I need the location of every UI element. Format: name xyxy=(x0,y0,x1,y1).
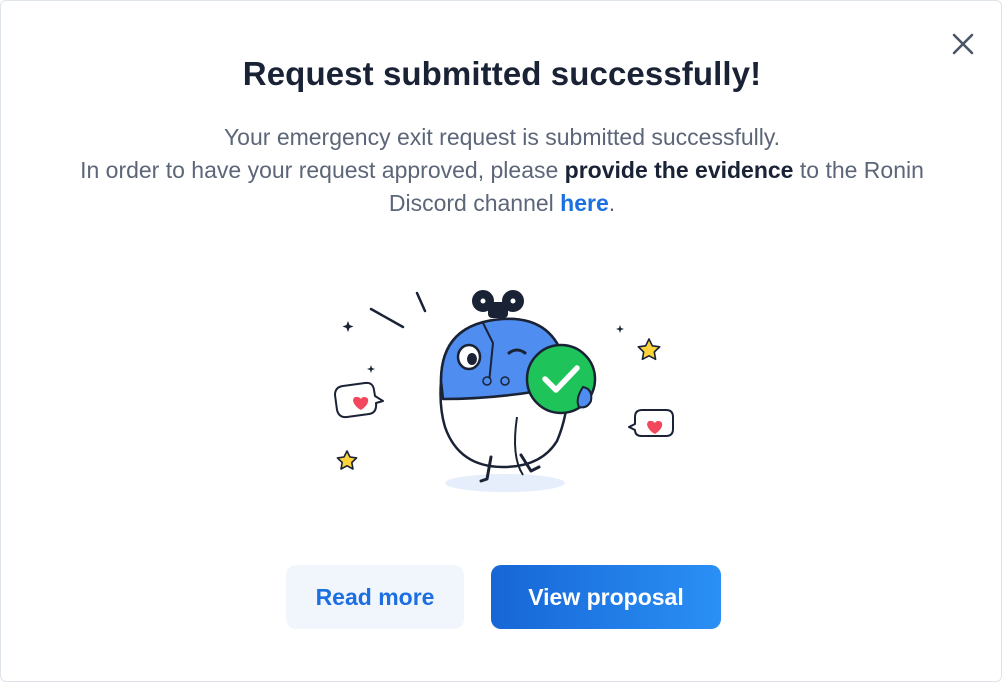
view-proposal-button[interactable]: View proposal xyxy=(491,565,721,629)
star-icon xyxy=(336,450,358,470)
windup-key xyxy=(472,290,524,318)
mascot-success-illustration xyxy=(334,290,674,492)
dialog-title: Request submitted successfully! xyxy=(242,55,762,92)
discord-link[interactable]: here xyxy=(560,190,609,216)
dialog-description: Your emergency exit request is submitted… xyxy=(41,121,963,220)
ground-shadow xyxy=(445,474,565,492)
description-period: . xyxy=(608,190,616,216)
description-line-1: Your emergency exit request is submitted… xyxy=(223,124,781,150)
heart-bubble-icon xyxy=(628,409,674,437)
check-icon xyxy=(525,343,597,415)
star-icon xyxy=(637,338,661,361)
close-icon xyxy=(952,33,974,55)
heart-bubble-icon xyxy=(334,381,384,419)
success-dialog: Request submitted successfully! Your eme… xyxy=(0,0,1002,682)
description-emphasis: provide the evidence xyxy=(564,157,794,183)
motion-line xyxy=(369,307,405,329)
read-more-button[interactable]: Read more xyxy=(286,565,464,629)
description-line-2-prefix: In order to have your request approved, … xyxy=(80,157,565,183)
motion-line xyxy=(415,291,427,313)
